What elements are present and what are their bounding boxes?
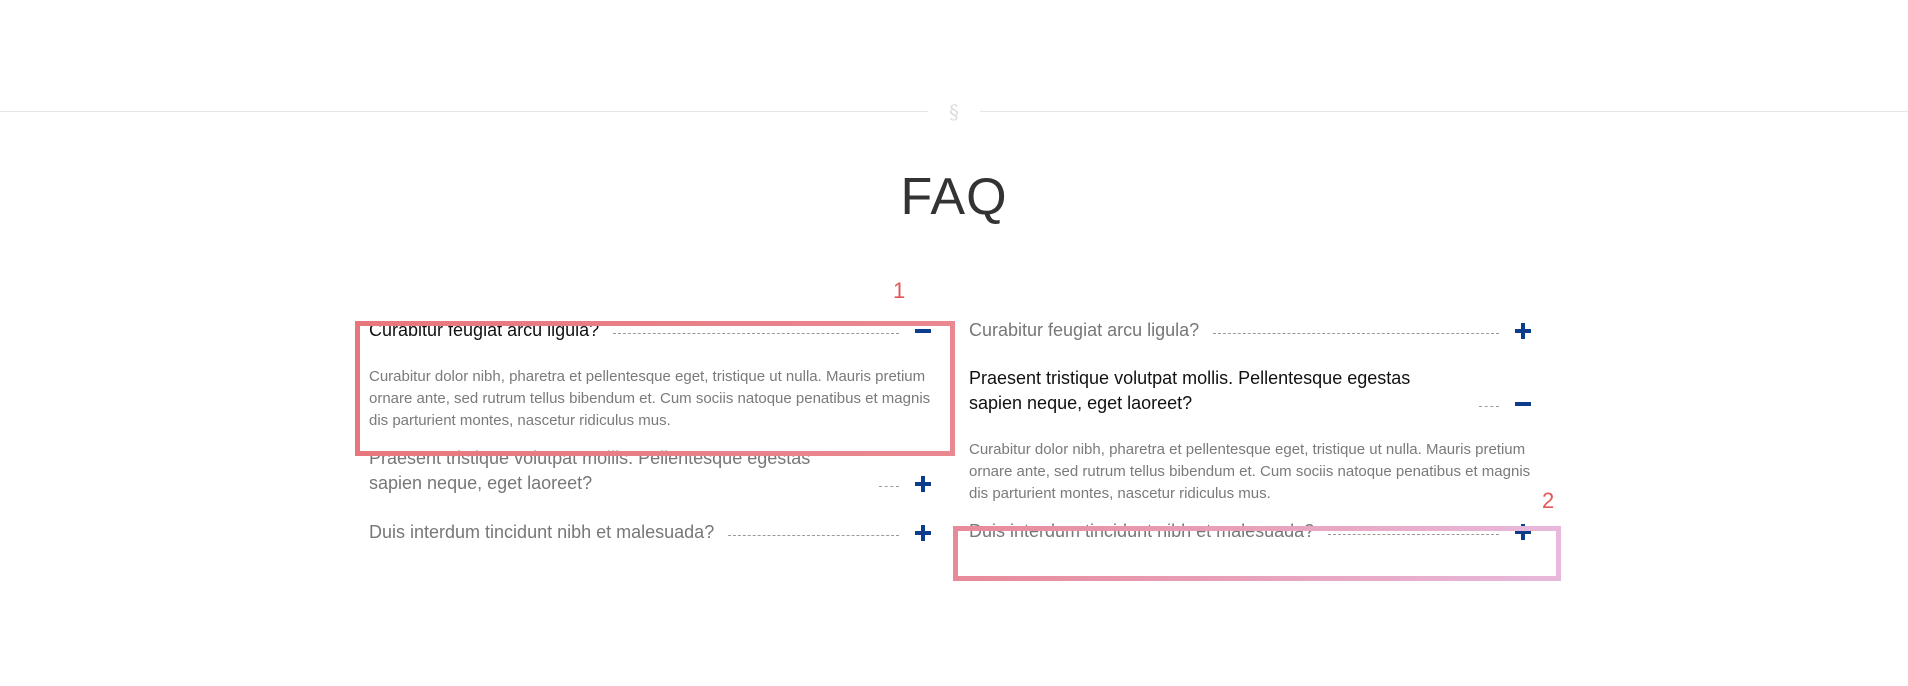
dotted-leader (879, 485, 899, 487)
faq-question-text: Duis interdum tincidunt nibh et malesuad… (369, 522, 715, 542)
highlight-label-2: 2 (1542, 488, 1555, 513)
minus-icon[interactable] (1513, 392, 1533, 416)
section-divider-left (0, 111, 928, 112)
section-divider-right (980, 111, 1908, 112)
page: § FAQ Curabitur feugiat arcu ligula? Cur… (0, 0, 1908, 686)
highlight-label-1: 1 (893, 278, 906, 303)
faq-answer: Curabitur dolor nibh, pharetra et pellen… (969, 441, 1531, 502)
faq-item: Curabitur feugiat arcu ligula? (969, 318, 1533, 366)
faq-question-text: Praesent tristique volutpat mollis. Pell… (969, 368, 1411, 413)
dotted-leader (1479, 405, 1499, 407)
faq-question[interactable]: Duis interdum tincidunt nibh et malesuad… (369, 520, 933, 549)
faq-question[interactable]: Curabitur feugiat arcu ligula? (969, 318, 1533, 347)
plus-icon[interactable] (913, 521, 933, 545)
faq-column-right: Curabitur feugiat arcu ligula? Praesent … (969, 318, 1533, 548)
faq-question[interactable]: Praesent tristique volutpat mollis. Pell… (969, 366, 1533, 420)
faq-item: Duis interdum tincidunt nibh et malesuad… (369, 520, 933, 549)
faq-question-text: Curabitur feugiat arcu ligula? (969, 320, 1200, 340)
plus-icon[interactable] (913, 472, 933, 496)
faq-item: Praesent tristique volutpat mollis. Pell… (969, 366, 1533, 519)
highlight-box-1 (355, 321, 955, 456)
highlight-box-2 (953, 526, 1561, 581)
section-mark-icon: § (949, 100, 959, 124)
page-title: FAQ (900, 168, 1008, 226)
plus-icon[interactable] (1513, 319, 1533, 343)
dotted-leader (728, 534, 899, 536)
dotted-leader (1213, 332, 1499, 334)
faq-item: Praesent tristique volutpat mollis. Pell… (369, 446, 933, 520)
